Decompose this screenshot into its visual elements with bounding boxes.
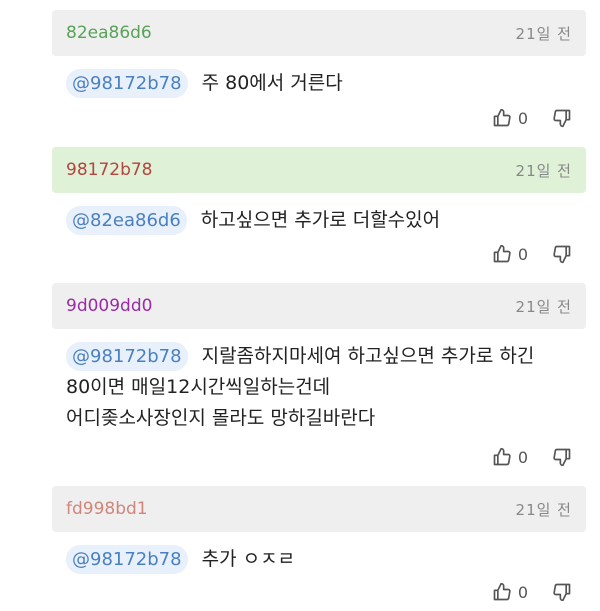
- comment-body: @98172b78 추가 ㅇㅈㄹ: [52, 532, 586, 575]
- comment-body: @98172b78 지랄좀하지마세여 하고싶으면 추가로 하긴 80이면 매일12…: [52, 329, 586, 434]
- thumbs-down-icon: [553, 245, 571, 264]
- mention-tag[interactable]: @98172b78: [66, 545, 188, 574]
- thumbs-down-icon: [553, 109, 571, 128]
- comment-text: 지랄좀하지마세여 하고싶으면 추가로 하긴: [201, 345, 535, 367]
- like-count: 0: [517, 108, 528, 128]
- comment-text: 80이면 매일12시간씩일하는건데: [66, 376, 331, 398]
- comment-timestamp: 21일 전: [515, 24, 572, 43]
- comment-header: 9d009dd0 21일 전: [52, 283, 586, 329]
- comment-timestamp: 21일 전: [515, 500, 572, 519]
- like-button[interactable]: [492, 108, 512, 128]
- vote-bar: 0: [492, 447, 572, 467]
- comment-timestamp: 21일 전: [515, 297, 572, 316]
- like-button[interactable]: [492, 244, 512, 264]
- thumbs-down-icon: [553, 583, 571, 602]
- comment-text: 주 80에서 거른다: [201, 72, 343, 94]
- comment-username[interactable]: fd998bd1: [66, 499, 148, 519]
- comment-header: fd998bd1 21일 전: [52, 486, 586, 532]
- vote-bar: 0: [492, 582, 572, 602]
- comment-username[interactable]: 98172b78: [66, 160, 153, 180]
- like-button[interactable]: [492, 447, 512, 467]
- comment: 82ea86d6 21일 전 @98172b78 주 80에서 거른다 0: [52, 10, 586, 128]
- comment: fd998bd1 21일 전 @98172b78 추가 ㅇㅈㄹ 0: [52, 486, 586, 602]
- comment-text: 어디좆소사장인지 몰라도 망하길바란다: [66, 407, 376, 429]
- vote-bar: 0: [492, 108, 572, 128]
- mention-tag[interactable]: @98172b78: [66, 69, 188, 98]
- thumbs-up-icon: [493, 108, 511, 127]
- thumbs-up-icon: [493, 447, 511, 466]
- comment: 98172b78 21일 전 @82ea86d6 하고싶으면 추가로 더할수있어 …: [52, 147, 586, 264]
- comment-timestamp: 21일 전: [515, 161, 572, 180]
- comment-username[interactable]: 82ea86d6: [66, 23, 152, 43]
- thumbs-down-icon: [553, 448, 571, 467]
- comment-body: @82ea86d6 하고싶으면 추가로 더할수있어: [52, 193, 586, 236]
- mention-tag[interactable]: @82ea86d6: [66, 206, 187, 235]
- comment-text: 하고싶으면 추가로 더할수있어: [200, 209, 441, 231]
- comment: 9d009dd0 21일 전 @98172b78 지랄좀하지마세여 하고싶으면 추…: [52, 283, 586, 467]
- comment-header: 98172b78 21일 전: [52, 147, 586, 193]
- like-count: 0: [517, 447, 528, 467]
- dislike-button[interactable]: [552, 582, 572, 602]
- like-count: 0: [517, 244, 528, 264]
- thumbs-up-icon: [493, 244, 511, 263]
- like-count: 0: [517, 582, 528, 602]
- dislike-button[interactable]: [552, 447, 572, 467]
- dislike-button[interactable]: [552, 244, 572, 264]
- comment-username[interactable]: 9d009dd0: [66, 296, 152, 316]
- thumbs-up-icon: [493, 582, 511, 601]
- comment-text: 추가 ㅇㅈㄹ: [201, 548, 296, 570]
- comment-body: @98172b78 주 80에서 거른다: [52, 56, 586, 99]
- vote-bar: 0: [492, 244, 572, 264]
- dislike-button[interactable]: [552, 108, 572, 128]
- mention-tag[interactable]: @98172b78: [66, 342, 188, 371]
- comment-header: 82ea86d6 21일 전: [52, 10, 586, 56]
- like-button[interactable]: [492, 582, 512, 602]
